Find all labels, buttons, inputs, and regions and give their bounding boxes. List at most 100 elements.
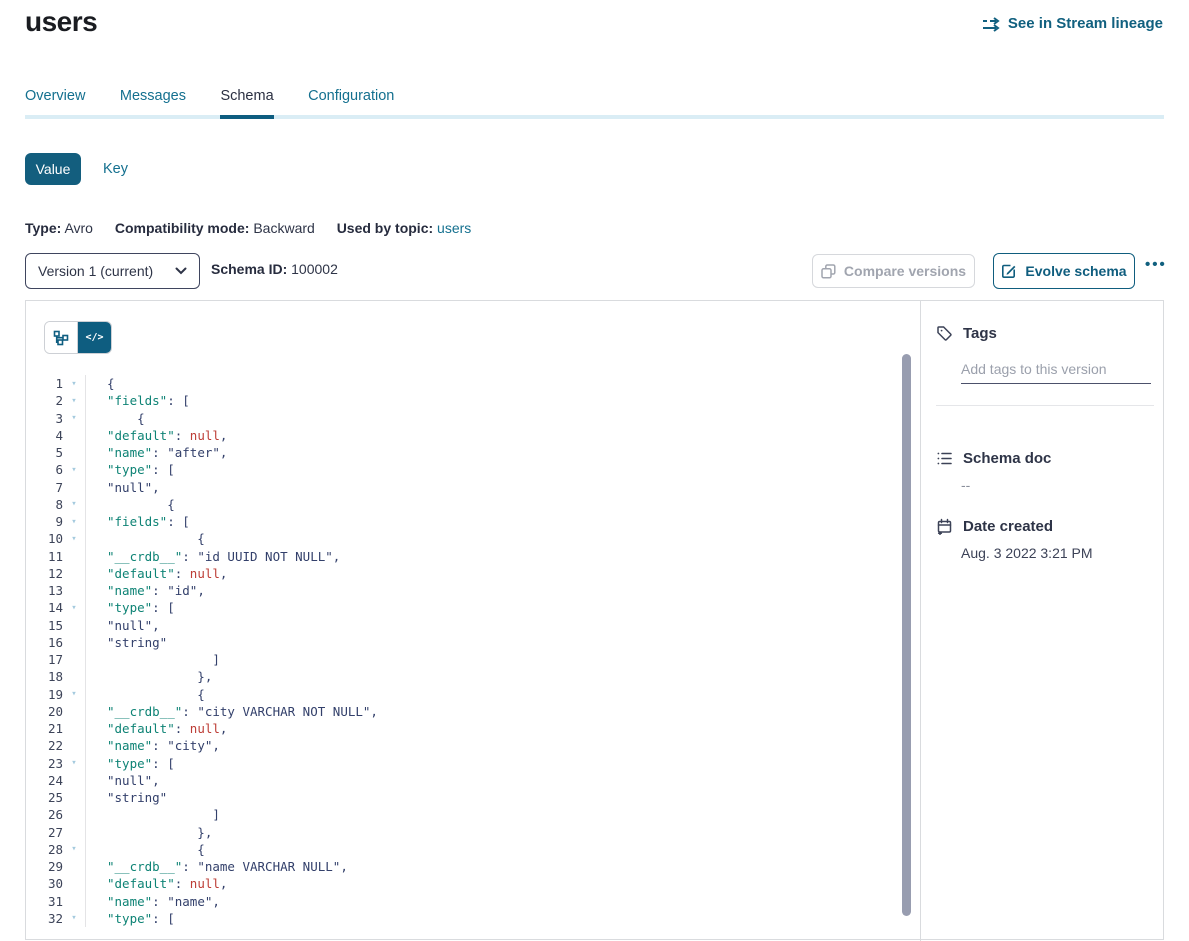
code-line: 29 "__crdb__": "name VARCHAR NULL", [26, 858, 902, 875]
schema-panel: </> 1▾{2▾ "fields": [3▾ {4 "default": nu… [25, 300, 1164, 940]
more-options-button[interactable]: ••• [1145, 256, 1167, 273]
line-number: 28 [26, 842, 63, 857]
code-line: 28▾ { [26, 841, 902, 858]
fold-arrow-icon[interactable]: ▾ [63, 413, 85, 423]
line-number: 14 [26, 600, 63, 615]
fold-arrow-icon[interactable]: ▾ [63, 465, 85, 475]
schema-meta: Type: Avro Compatibility mode: Backward … [25, 220, 489, 236]
code-text: "type": [ [85, 461, 902, 478]
compare-versions-label: Compare versions [844, 263, 966, 279]
schema-sidebar: Tags Schema doc -- [920, 301, 1164, 941]
line-number: 13 [26, 583, 63, 598]
view-toggle-group: </> [44, 321, 112, 354]
tab-configuration[interactable]: Configuration [308, 87, 394, 119]
code-line: 6▾ "type": [ [26, 461, 902, 478]
line-number: 18 [26, 669, 63, 684]
line-number: 17 [26, 652, 63, 667]
code-line: 16 "string" [26, 634, 902, 651]
tree-view-button[interactable] [45, 322, 78, 353]
page-title: users [25, 6, 97, 38]
schema-doc-section-header: Schema doc [936, 450, 1051, 467]
code-view-button[interactable]: </> [78, 322, 111, 353]
code-text: "__crdb__": "name VARCHAR NULL", [85, 858, 902, 875]
code-text: { [85, 841, 902, 858]
code-text: "null", [85, 772, 902, 789]
schema-id-value: 100002 [291, 261, 338, 277]
fold-arrow-icon[interactable]: ▾ [63, 396, 85, 406]
code-line: 11 "__crdb__": "id UUID NOT NULL", [26, 548, 902, 565]
key-toggle-button[interactable]: Key [103, 161, 128, 177]
version-select-value: Version 1 (current) [38, 263, 153, 279]
code-line: 21 "default": null, [26, 720, 902, 737]
value-toggle-button[interactable]: Value [25, 153, 81, 185]
line-number: 12 [26, 566, 63, 581]
type-value: Avro [64, 220, 93, 236]
fold-arrow-icon[interactable]: ▾ [63, 517, 85, 527]
tree-view-icon [53, 330, 69, 346]
schema-id: Schema ID: 100002 [211, 261, 338, 277]
code-text: "name": "after", [85, 444, 902, 461]
fold-arrow-icon[interactable]: ▾ [63, 689, 85, 699]
stream-lineage-label: See in Stream lineage [1008, 15, 1163, 32]
line-number: 1 [26, 376, 63, 391]
line-number: 27 [26, 825, 63, 840]
code-line: 32▾ "type": [ [26, 910, 902, 927]
fold-arrow-icon[interactable]: ▾ [63, 379, 85, 389]
used-by-topic-label: Used by topic: [337, 220, 433, 236]
stream-lineage-link[interactable]: See in Stream lineage [982, 15, 1163, 32]
code-line: 31 "name": "name", [26, 893, 902, 910]
tags-input[interactable] [961, 359, 1151, 384]
code-text: "name": "city", [85, 737, 902, 754]
code-text: "default": null, [85, 875, 902, 892]
line-number: 20 [26, 704, 63, 719]
code-text: "string" [85, 789, 902, 806]
fold-arrow-icon[interactable]: ▾ [63, 758, 85, 768]
date-created-title: Date created [963, 518, 1053, 535]
line-number: 7 [26, 480, 63, 495]
code-line: 18 }, [26, 668, 902, 685]
tab-schema[interactable]: Schema [220, 87, 273, 119]
code-text: "fields": [ [85, 513, 902, 530]
scrollbar-thumb[interactable] [902, 354, 911, 916]
tags-title: Tags [963, 325, 997, 342]
code-line: 7 "null", [26, 479, 902, 496]
evolve-schema-button[interactable]: Evolve schema [993, 253, 1135, 289]
schema-doc-title: Schema doc [963, 450, 1051, 467]
stream-lineage-icon [982, 16, 1001, 32]
line-number: 8 [26, 497, 63, 512]
fold-arrow-icon[interactable]: ▾ [63, 603, 85, 613]
version-select[interactable]: Version 1 (current) [25, 253, 200, 289]
code-text: "name": "id", [85, 582, 902, 599]
code-text: { [85, 530, 902, 547]
code-line: 17 ] [26, 651, 902, 668]
code-text: ] [85, 651, 902, 668]
line-number: 24 [26, 773, 63, 788]
tab-overview[interactable]: Overview [25, 87, 85, 119]
topic-link[interactable]: users [437, 220, 471, 236]
compatibility-value: Backward [253, 220, 314, 236]
line-number: 4 [26, 428, 63, 443]
code-text: { [85, 375, 902, 392]
line-number: 11 [26, 549, 63, 564]
fold-arrow-icon[interactable]: ▾ [63, 534, 85, 544]
evolve-schema-label: Evolve schema [1025, 263, 1126, 279]
line-number: 31 [26, 894, 63, 909]
fold-arrow-icon[interactable]: ▾ [63, 844, 85, 854]
line-number: 21 [26, 721, 63, 736]
code-line: 1▾{ [26, 375, 902, 392]
line-number: 6 [26, 462, 63, 477]
code-text: "type": [ [85, 755, 902, 772]
code-text: { [85, 496, 902, 513]
tab-messages[interactable]: Messages [120, 87, 186, 119]
tags-section-header: Tags [936, 325, 997, 342]
code-text: "default": null, [85, 720, 902, 737]
tab-bar: Overview Messages Schema Configuration [25, 87, 424, 119]
code-line: 15 "null", [26, 617, 902, 634]
line-number: 3 [26, 411, 63, 426]
code-line: 13 "name": "id", [26, 582, 902, 599]
code-text: }, [85, 668, 902, 685]
compare-versions-button[interactable]: Compare versions [812, 254, 975, 288]
fold-arrow-icon[interactable]: ▾ [63, 499, 85, 509]
line-number: 29 [26, 859, 63, 874]
fold-arrow-icon[interactable]: ▾ [63, 913, 85, 923]
